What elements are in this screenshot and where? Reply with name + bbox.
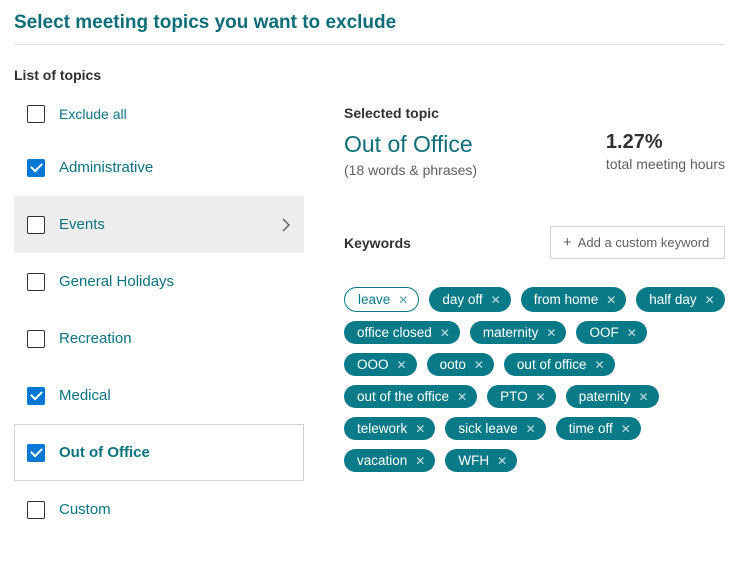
keyword-chip-label: time off — [569, 421, 613, 436]
remove-keyword-icon[interactable]: ✕ — [546, 327, 556, 339]
keywords-heading: Keywords — [344, 235, 411, 251]
topic-checkbox[interactable] — [27, 159, 45, 177]
selected-topic-name: Out of Office — [344, 131, 477, 158]
topic-checkbox[interactable] — [27, 216, 45, 234]
exclude-all-row[interactable]: Exclude all — [14, 97, 304, 131]
keyword-chip[interactable]: ooto ✕ — [427, 353, 494, 376]
topic-label: Out of Office — [59, 444, 150, 461]
selected-topic-heading: Selected topic — [344, 105, 725, 121]
exclude-all-label: Exclude all — [59, 106, 127, 122]
keyword-chip[interactable]: day off ✕ — [429, 287, 510, 312]
keyword-chip[interactable]: sick leave ✕ — [445, 417, 545, 440]
chevron-right-icon — [281, 218, 291, 232]
keyword-chip[interactable]: OOF ✕ — [576, 321, 646, 344]
stat-value: 1.27% — [606, 131, 725, 154]
topic-row[interactable]: Medical — [14, 367, 304, 424]
topic-row[interactable]: Out of Office — [14, 424, 304, 481]
remove-keyword-icon[interactable]: ✕ — [627, 327, 637, 339]
topic-checkbox[interactable] — [27, 273, 45, 291]
divider — [14, 44, 725, 45]
keyword-chip[interactable]: from home ✕ — [521, 287, 627, 312]
list-heading: List of topics — [14, 67, 725, 83]
keyword-chip[interactable]: paternity ✕ — [566, 385, 659, 408]
add-keyword-placeholder: Add a custom keyword — [578, 235, 710, 250]
keyword-chip[interactable]: PTO ✕ — [487, 385, 556, 408]
keyword-chip-label: OOF — [589, 325, 618, 340]
remove-keyword-icon[interactable]: ✕ — [705, 294, 715, 306]
topic-label: Recreation — [59, 330, 132, 347]
keyword-chip-label: telework — [357, 421, 407, 436]
page-title: Select meeting topics you want to exclud… — [14, 10, 725, 44]
keyword-chip-label: vacation — [357, 453, 407, 468]
remove-keyword-icon[interactable]: ✕ — [440, 327, 450, 339]
topic-label: Events — [59, 216, 105, 233]
keyword-chip[interactable]: time off ✕ — [556, 417, 641, 440]
plus-icon: + — [563, 235, 572, 250]
keyword-chip[interactable]: telework ✕ — [344, 417, 435, 440]
keyword-chip-label: day off — [442, 292, 482, 307]
keyword-chip[interactable]: out of office ✕ — [504, 353, 615, 376]
keyword-chip-label: half day — [649, 292, 696, 307]
keyword-chip-label: out of the office — [357, 389, 449, 404]
keyword-chip-label: ooto — [440, 357, 466, 372]
add-keyword-input[interactable]: + Add a custom keyword — [550, 226, 725, 259]
remove-keyword-icon[interactable]: ✕ — [639, 391, 649, 403]
remove-keyword-icon[interactable]: ✕ — [398, 294, 408, 306]
keyword-chip-label: OOO — [357, 357, 389, 372]
keyword-chip[interactable]: maternity ✕ — [470, 321, 567, 344]
remove-keyword-icon[interactable]: ✕ — [594, 359, 604, 371]
topic-checkbox[interactable] — [27, 444, 45, 462]
topic-label: Medical — [59, 387, 111, 404]
keyword-chip[interactable]: half day ✕ — [636, 287, 724, 312]
topic-row[interactable]: Recreation — [14, 310, 304, 367]
remove-keyword-icon[interactable]: ✕ — [536, 391, 546, 403]
remove-keyword-icon[interactable]: ✕ — [457, 391, 467, 403]
keyword-chip[interactable]: office closed ✕ — [344, 321, 460, 344]
remove-keyword-icon[interactable]: ✕ — [491, 294, 501, 306]
topic-row[interactable]: General Holidays — [14, 253, 304, 310]
topic-row[interactable]: Events — [14, 196, 304, 253]
keyword-chip-label: PTO — [500, 389, 528, 404]
topic-checkbox[interactable] — [27, 387, 45, 405]
keyword-chip-label: from home — [534, 292, 599, 307]
detail-panel: Selected topic Out of Office (18 words &… — [344, 97, 725, 538]
remove-keyword-icon[interactable]: ✕ — [397, 359, 407, 371]
keyword-chip-label: paternity — [579, 389, 631, 404]
remove-keyword-icon[interactable]: ✕ — [526, 423, 536, 435]
exclude-all-checkbox[interactable] — [27, 105, 45, 123]
keyword-chips: leave✕day off✕from home✕half day✕office … — [344, 287, 725, 472]
remove-keyword-icon[interactable]: ✕ — [606, 294, 616, 306]
topic-label: Administrative — [59, 159, 153, 176]
keyword-chip-label: maternity — [483, 325, 539, 340]
keyword-chip[interactable]: OOO ✕ — [344, 353, 417, 376]
keyword-chip[interactable]: leave ✕ — [344, 287, 419, 312]
remove-keyword-icon[interactable]: ✕ — [621, 423, 631, 435]
topic-label: General Holidays — [59, 273, 174, 290]
stat-label: total meeting hours — [606, 156, 725, 172]
keyword-chip-label: leave — [358, 292, 390, 307]
keyword-chip-label: out of office — [517, 357, 587, 372]
remove-keyword-icon[interactable]: ✕ — [415, 423, 425, 435]
remove-keyword-icon[interactable]: ✕ — [497, 455, 507, 467]
topic-checkbox[interactable] — [27, 501, 45, 519]
remove-keyword-icon[interactable]: ✕ — [415, 455, 425, 467]
keyword-chip[interactable]: out of the office ✕ — [344, 385, 477, 408]
topic-row[interactable]: Administrative — [14, 139, 304, 196]
topic-row[interactable]: Custom — [14, 481, 304, 538]
topic-label: Custom — [59, 501, 111, 518]
keyword-chip[interactable]: WFH ✕ — [445, 449, 517, 472]
topics-list: Exclude all Administrative Events General … — [14, 97, 304, 538]
keyword-chip-label: office closed — [357, 325, 432, 340]
keyword-chip[interactable]: vacation ✕ — [344, 449, 435, 472]
selected-topic-subtitle: (18 words & phrases) — [344, 162, 477, 178]
keyword-chip-label: sick leave — [458, 421, 517, 436]
keyword-chip-label: WFH — [458, 453, 489, 468]
remove-keyword-icon[interactable]: ✕ — [474, 359, 484, 371]
topic-checkbox[interactable] — [27, 330, 45, 348]
